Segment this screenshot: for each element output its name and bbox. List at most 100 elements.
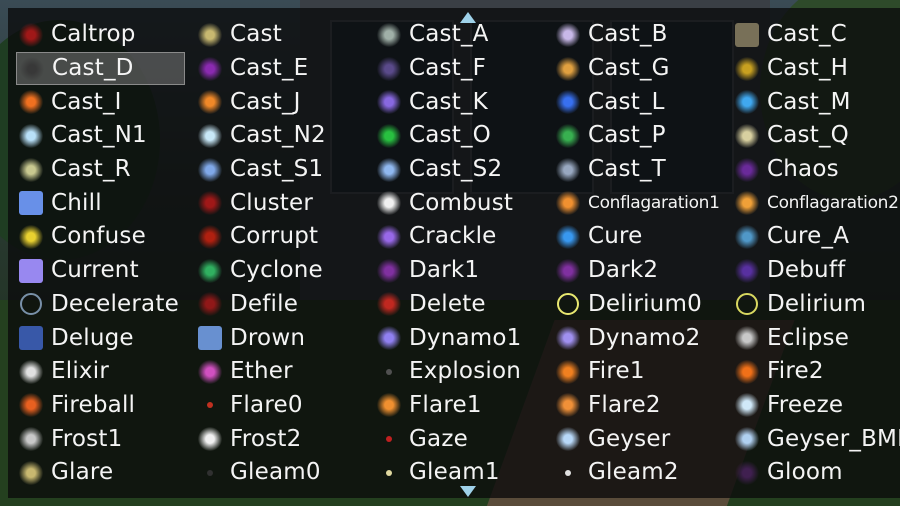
elixir-icon — [16, 357, 46, 387]
cast-n1-icon — [16, 121, 46, 151]
skill-item-cast-n1[interactable]: Cast_N1 — [16, 119, 195, 153]
skill-label: Combust — [409, 189, 514, 216]
skill-item-cast-q[interactable]: Cast_Q — [732, 119, 900, 153]
cure-icon — [553, 222, 583, 252]
cast-j-icon — [195, 87, 225, 117]
skill-item-drown[interactable]: Drown — [195, 321, 374, 355]
skill-item-cure-a[interactable]: Cure_A — [732, 220, 900, 254]
skill-item-gleam1[interactable]: Gleam1 — [374, 456, 553, 490]
skill-item-delirium0[interactable]: Delirium0 — [553, 288, 732, 322]
skill-item-gleam0[interactable]: Gleam0 — [195, 456, 374, 490]
skill-item-explosion[interactable]: Explosion — [374, 355, 553, 389]
skill-label: Gleam1 — [409, 459, 500, 486]
skill-item-cast-m[interactable]: Cast_M — [732, 85, 900, 119]
current-icon — [16, 256, 46, 286]
skill-item-freeze[interactable]: Freeze — [732, 389, 900, 423]
skill-item-geyser[interactable]: Geyser — [553, 422, 732, 456]
skill-item-gleam2[interactable]: Gleam2 — [553, 456, 732, 490]
skill-item-cure[interactable]: Cure — [553, 220, 732, 254]
skill-item-caltrop[interactable]: Caltrop — [16, 18, 195, 52]
skill-item-cast-k[interactable]: Cast_K — [374, 85, 553, 119]
skill-label: Cast_J — [230, 88, 301, 115]
fire2-icon — [732, 357, 762, 387]
skill-item-cast-d[interactable]: Cast_D — [16, 51, 185, 86]
skill-label: Flare0 — [230, 391, 303, 418]
skill-item-crackle[interactable]: Crackle — [374, 220, 553, 254]
skill-item-cast-h[interactable]: Cast_H — [732, 52, 900, 86]
chaos-icon — [732, 155, 762, 185]
skill-item-combust[interactable]: Combust — [374, 186, 553, 220]
skill-item-cast-e[interactable]: Cast_E — [195, 52, 374, 86]
skill-label: Cast_Q — [767, 122, 849, 149]
cast-n2-icon — [195, 121, 225, 151]
skill-item-fire1[interactable]: Fire1 — [553, 355, 732, 389]
skill-label: Defile — [230, 290, 299, 317]
skill-item-cast-t[interactable]: Cast_T — [553, 153, 732, 187]
skill-item-decelerate[interactable]: Decelerate — [16, 288, 195, 322]
skill-item-cast-p[interactable]: Cast_P — [553, 119, 732, 153]
skill-item-chaos[interactable]: Chaos — [732, 153, 900, 187]
skill-item-cast-g[interactable]: Cast_G — [553, 52, 732, 86]
skill-item-confuse[interactable]: Confuse — [16, 220, 195, 254]
skill-item-delirium[interactable]: Delirium — [732, 288, 900, 322]
skill-item-cast[interactable]: Cast — [195, 18, 374, 52]
skill-item-cast-b[interactable]: Cast_B — [553, 18, 732, 52]
skill-item-flare1[interactable]: Flare1 — [374, 389, 553, 423]
skill-item-dark1[interactable]: Dark1 — [374, 254, 553, 288]
skill-item-ether[interactable]: Ether — [195, 355, 374, 389]
skill-item-frost1[interactable]: Frost1 — [16, 422, 195, 456]
skill-item-cast-a[interactable]: Cast_A — [374, 18, 553, 52]
skill-item-cluster[interactable]: Cluster — [195, 186, 374, 220]
skill-item-defile[interactable]: Defile — [195, 288, 374, 322]
skill-item-dark2[interactable]: Dark2 — [553, 254, 732, 288]
skill-item-corrupt[interactable]: Corrupt — [195, 220, 374, 254]
skill-item-conflagaration1[interactable]: Conflagaration1 — [553, 186, 732, 220]
cast-o-icon — [374, 121, 404, 151]
skill-item-fireball[interactable]: Fireball — [16, 389, 195, 423]
skill-label: Cast_D — [52, 55, 134, 82]
skill-item-debuff[interactable]: Debuff — [732, 254, 900, 288]
delete-icon — [374, 289, 404, 319]
skill-item-cast-s1[interactable]: Cast_S1 — [195, 153, 374, 187]
skill-item-cast-c[interactable]: Cast_C — [732, 18, 900, 52]
skill-item-frost2[interactable]: Frost2 — [195, 422, 374, 456]
skill-item-cast-s2[interactable]: Cast_S2 — [374, 153, 553, 187]
skill-label: Conflagaration1 — [588, 192, 720, 213]
skill-item-chill[interactable]: Chill — [16, 186, 195, 220]
defile-icon — [195, 289, 225, 319]
skill-item-elixir[interactable]: Elixir — [16, 355, 195, 389]
skill-label: Cast_F — [409, 55, 487, 82]
skill-item-cast-n2[interactable]: Cast_N2 — [195, 119, 374, 153]
skill-item-gloom[interactable]: Gloom — [732, 456, 900, 490]
skill-item-cast-i[interactable]: Cast_I — [16, 85, 195, 119]
caltrop-icon — [16, 20, 46, 50]
skill-item-fire2[interactable]: Fire2 — [732, 355, 900, 389]
skill-item-dynamo2[interactable]: Dynamo2 — [553, 321, 732, 355]
skill-item-flare0[interactable]: Flare0 — [195, 389, 374, 423]
skill-label: Dynamo2 — [588, 324, 701, 351]
skill-label: Dark1 — [409, 257, 480, 284]
skill-item-gaze[interactable]: Gaze — [374, 422, 553, 456]
skill-label: Gleam0 — [230, 459, 321, 486]
skill-item-geyser-bmf[interactable]: Geyser_BMF — [732, 422, 900, 456]
skill-item-conflagaration2[interactable]: Conflagaration2 — [732, 186, 900, 220]
skill-item-glare[interactable]: Glare — [16, 456, 195, 490]
skill-item-cast-j[interactable]: Cast_J — [195, 85, 374, 119]
frost1-icon — [16, 424, 46, 454]
skill-item-deluge[interactable]: Deluge — [16, 321, 195, 355]
skill-item-eclipse[interactable]: Eclipse — [732, 321, 900, 355]
skill-item-cast-l[interactable]: Cast_L — [553, 85, 732, 119]
skill-item-flare2[interactable]: Flare2 — [553, 389, 732, 423]
skill-label: Cast_O — [409, 122, 491, 149]
skill-label: Delete — [409, 290, 486, 317]
ether-icon — [195, 357, 225, 387]
skill-item-delete[interactable]: Delete — [374, 288, 553, 322]
cyclone-icon — [195, 256, 225, 286]
cast-c-icon — [732, 20, 762, 50]
skill-item-cast-f[interactable]: Cast_F — [374, 52, 553, 86]
skill-item-cast-o[interactable]: Cast_O — [374, 119, 553, 153]
skill-item-cast-r[interactable]: Cast_R — [16, 153, 195, 187]
skill-item-dynamo1[interactable]: Dynamo1 — [374, 321, 553, 355]
skill-item-current[interactable]: Current — [16, 254, 195, 288]
skill-item-cyclone[interactable]: Cyclone — [195, 254, 374, 288]
